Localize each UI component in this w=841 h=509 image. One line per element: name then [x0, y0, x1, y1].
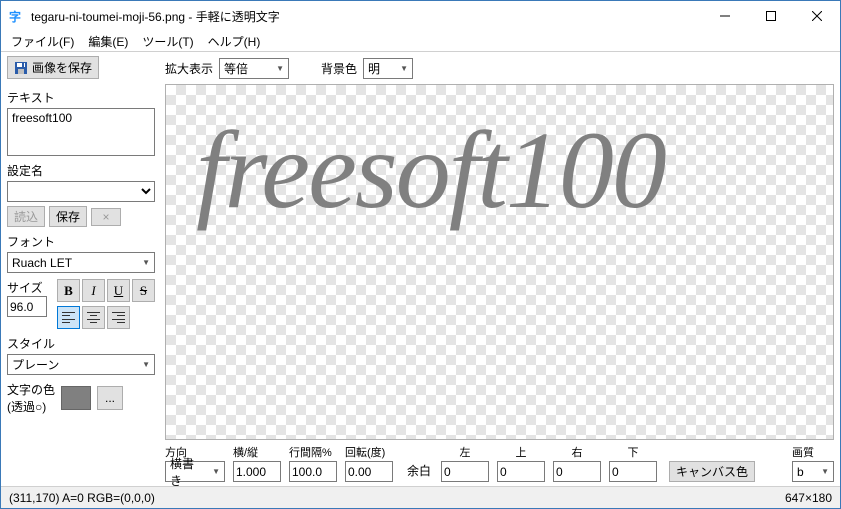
- bottom-label: 下: [609, 444, 657, 460]
- menu-file[interactable]: ファイル(F): [5, 32, 80, 51]
- chevron-down-icon: ▼: [276, 64, 284, 73]
- strike-button[interactable]: S: [132, 279, 155, 302]
- chevron-down-icon: ▼: [400, 64, 408, 73]
- size-input[interactable]: 96.0: [7, 296, 47, 317]
- menu-tool[interactable]: ツール(T): [136, 32, 199, 51]
- bold-button[interactable]: B: [57, 279, 80, 302]
- style-value: プレーン: [12, 356, 132, 373]
- margin-left-input[interactable]: 0: [441, 461, 489, 482]
- align-center-button[interactable]: [82, 306, 105, 329]
- font-label: フォント: [7, 233, 155, 250]
- align-right-button[interactable]: [107, 306, 130, 329]
- svg-text:字: 字: [9, 9, 21, 24]
- bg-combo[interactable]: 明 ▼: [363, 58, 413, 79]
- menubar: ファイル(F) 編集(E) ツール(T) ヘルプ(H): [1, 31, 840, 51]
- setting-label: 設定名: [7, 162, 155, 179]
- canvas-color-button[interactable]: キャンバス色: [669, 461, 755, 482]
- color-label-1: 文字の色: [7, 381, 55, 398]
- quality-combo[interactable]: b ▼: [792, 461, 834, 482]
- top-toolbar: 拡大表示 等倍 ▼ 背景色 明 ▼: [165, 56, 834, 80]
- margin-right-input[interactable]: 0: [553, 461, 601, 482]
- bottom-toolbar: 方向 横書き ▼ 横/縦 1.000 行間隔% 100.0 回転(度) 0.00: [165, 440, 834, 482]
- align-center-icon: [87, 312, 100, 323]
- style-label: スタイル: [7, 335, 155, 352]
- align-left-icon: [62, 312, 75, 323]
- chevron-down-icon: ▼: [212, 467, 220, 476]
- font-combo[interactable]: Ruach LET ▼: [7, 252, 155, 273]
- app-window: 字 tegaru-ni-toumei-moji-56.png - 手軽に透明文字…: [0, 0, 841, 509]
- margin-label: 余白: [407, 462, 431, 479]
- spacing-label: 行間隔%: [289, 444, 337, 460]
- color-swatch[interactable]: [61, 386, 91, 410]
- chevron-down-icon: ▼: [142, 258, 150, 267]
- chevron-down-icon: ▼: [821, 467, 829, 476]
- margin-bottom-input[interactable]: 0: [609, 461, 657, 482]
- text-label: テキスト: [7, 89, 155, 106]
- rotation-input[interactable]: 0.00: [345, 461, 393, 482]
- align-left-button[interactable]: [57, 306, 80, 329]
- app-icon: 字: [9, 8, 25, 24]
- style-combo[interactable]: プレーン ▼: [7, 354, 155, 375]
- titlebar: 字 tegaru-ni-toumei-moji-56.png - 手軽に透明文字: [1, 1, 840, 31]
- main-area: 拡大表示 等倍 ▼ 背景色 明 ▼ freesoft100 方向: [161, 52, 840, 486]
- clear-button[interactable]: ×: [91, 208, 121, 226]
- direction-combo[interactable]: 横書き ▼: [165, 461, 225, 482]
- status-right: 647×180: [785, 491, 832, 505]
- font-value: Ruach LET: [12, 256, 132, 270]
- sidebar: 画像を保存 テキスト 設定名 読込 保存 × フォント Ruach LET ▼ …: [1, 52, 161, 486]
- italic-button[interactable]: I: [82, 279, 105, 302]
- save-button[interactable]: 保存: [49, 206, 87, 227]
- maximize-button[interactable]: [748, 1, 794, 31]
- canvas[interactable]: freesoft100: [165, 84, 834, 440]
- ratio-label: 横/縦: [233, 444, 281, 460]
- statusbar: (311,170) A=0 RGB=(0,0,0) 647×180: [1, 486, 840, 508]
- zoom-label: 拡大表示: [165, 60, 213, 77]
- zoom-combo[interactable]: 等倍 ▼: [219, 58, 289, 79]
- spacing-input[interactable]: 100.0: [289, 461, 337, 482]
- canvas-text: freesoft100: [196, 115, 823, 225]
- save-image-button[interactable]: 画像を保存: [7, 56, 99, 79]
- window-title: tegaru-ni-toumei-moji-56.png - 手軽に透明文字: [31, 8, 702, 25]
- save-icon: [14, 61, 28, 75]
- save-image-label: 画像を保存: [32, 59, 92, 76]
- menu-help[interactable]: ヘルプ(H): [202, 32, 267, 51]
- underline-button[interactable]: U: [107, 279, 130, 302]
- setting-combo[interactable]: [7, 181, 155, 202]
- color-picker-button[interactable]: ...: [97, 386, 123, 410]
- text-input[interactable]: [7, 108, 155, 156]
- size-label: サイズ: [7, 279, 47, 296]
- minimize-button[interactable]: [702, 1, 748, 31]
- quality-label: 画質: [792, 444, 834, 460]
- color-label-2: (透過○): [7, 398, 55, 415]
- status-left: (311,170) A=0 RGB=(0,0,0): [9, 491, 155, 505]
- right-label: 右: [553, 444, 601, 460]
- chevron-down-icon: ▼: [142, 360, 150, 369]
- window-controls: [702, 1, 840, 31]
- top-label: 上: [497, 444, 545, 460]
- load-button[interactable]: 読込: [7, 206, 45, 227]
- margin-top-input[interactable]: 0: [497, 461, 545, 482]
- close-button[interactable]: [794, 1, 840, 31]
- rotation-label: 回転(度): [345, 444, 393, 460]
- ratio-input[interactable]: 1.000: [233, 461, 281, 482]
- left-label: 左: [441, 444, 489, 460]
- menu-edit[interactable]: 編集(E): [82, 32, 134, 51]
- align-right-icon: [112, 312, 125, 323]
- bg-label: 背景色: [321, 60, 357, 77]
